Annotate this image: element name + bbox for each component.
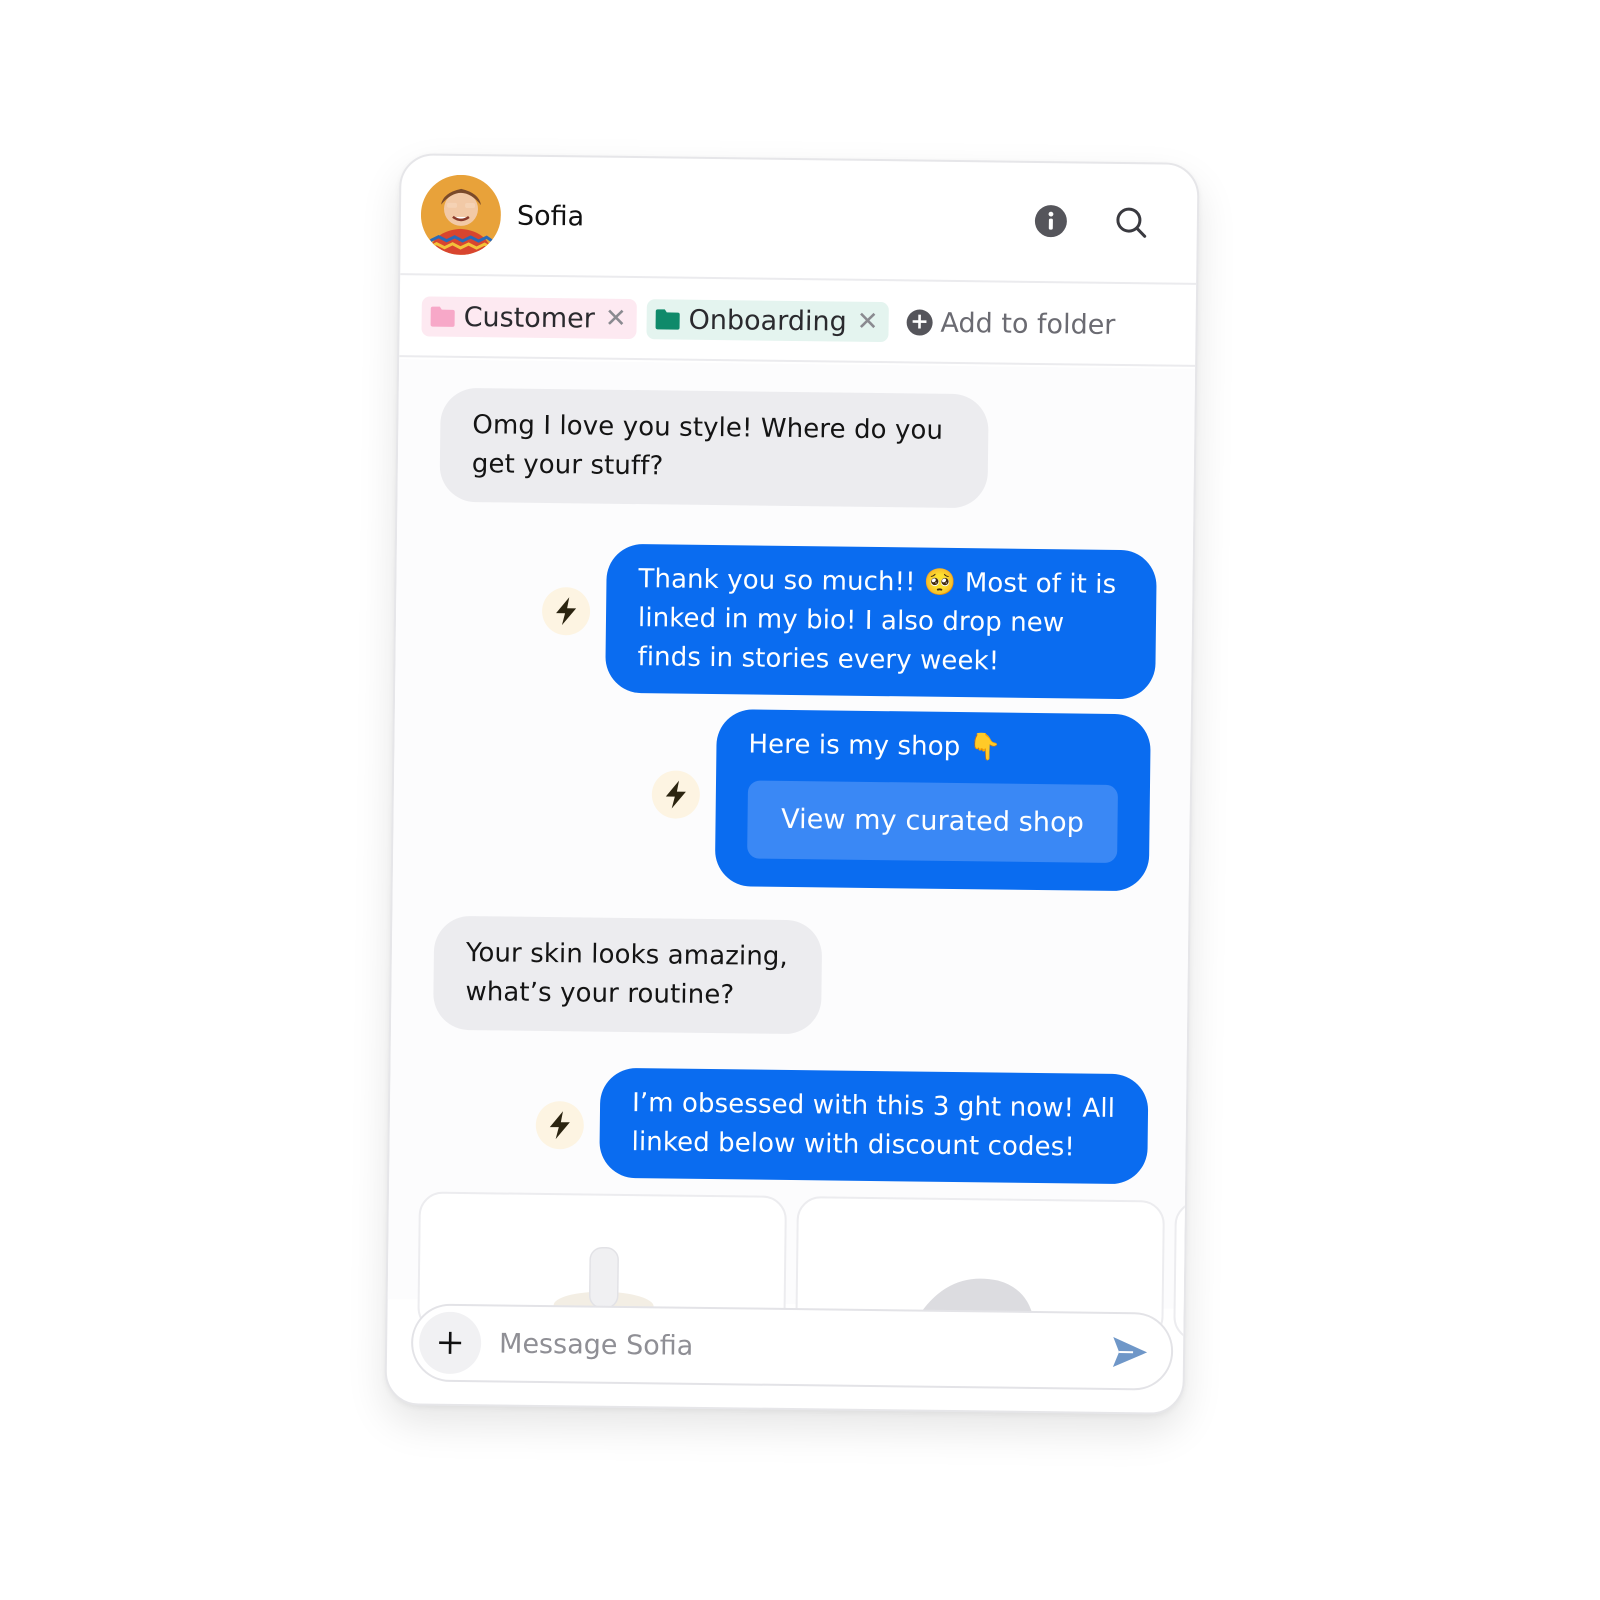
- folder-chip-onboarding[interactable]: Onboarding ✕: [646, 299, 889, 343]
- bolt-icon: [651, 770, 701, 819]
- message-thread[interactable]: Omg I love you style! Where do you get y…: [387, 359, 1200, 1346]
- message-composer: [410, 1303, 1174, 1391]
- folder-chip-customer[interactable]: Customer ✕: [421, 296, 637, 340]
- chat-window: Sofia Customer ✕ Onboarding ✕ + Add to f…: [384, 153, 1200, 1415]
- folder-icon: [655, 309, 680, 330]
- message-text: Here is my shop 👇: [748, 729, 1002, 763]
- product-carousel[interactable]: [417, 1191, 1200, 1346]
- close-icon[interactable]: ✕: [605, 304, 627, 334]
- plus-icon: +: [906, 309, 933, 336]
- search-icon[interactable]: [1113, 204, 1149, 240]
- message-outgoing: Thank you so much!! 🥺 Most of it is link…: [605, 543, 1157, 700]
- message-incoming: Omg I love you style! Where do you get y…: [439, 387, 989, 509]
- bolt-icon: [535, 1100, 585, 1150]
- folder-tags: Customer ✕ Onboarding ✕ + Add to folder: [399, 277, 1197, 367]
- plus-icon: [439, 1331, 462, 1354]
- folder-icon: [430, 306, 455, 327]
- chat-header: Sofia: [400, 155, 1198, 285]
- close-icon[interactable]: ✕: [857, 307, 879, 337]
- message-outgoing-shop: Here is my shop 👇 View my curated shop: [714, 709, 1151, 892]
- folder-chip-label: Customer: [463, 301, 596, 335]
- add-to-folder-label: Add to folder: [940, 307, 1116, 341]
- avatar[interactable]: [420, 174, 502, 256]
- header-actions: [1033, 203, 1149, 240]
- info-icon[interactable]: [1033, 203, 1069, 239]
- message-outgoing: I’m obsessed with this 3 ght now! All li…: [599, 1067, 1149, 1185]
- stage: Sofia Customer ✕ Onboarding ✕ + Add to f…: [0, 0, 1600, 1600]
- send-icon[interactable]: [1111, 1334, 1149, 1370]
- folder-chip-label: Onboarding: [688, 304, 847, 338]
- bolt-icon: [541, 586, 591, 636]
- view-shop-button[interactable]: View my curated shop: [747, 780, 1119, 863]
- message-incoming: Your skin looks amazing, what’s your rou…: [432, 915, 823, 1035]
- product-card[interactable]: [1173, 1200, 1200, 1346]
- add-to-folder-button[interactable]: + Add to folder: [906, 307, 1116, 341]
- contact-name: Sofia: [516, 200, 585, 232]
- message-input[interactable]: [498, 1327, 1080, 1367]
- add-attachment-button[interactable]: [418, 1311, 482, 1375]
